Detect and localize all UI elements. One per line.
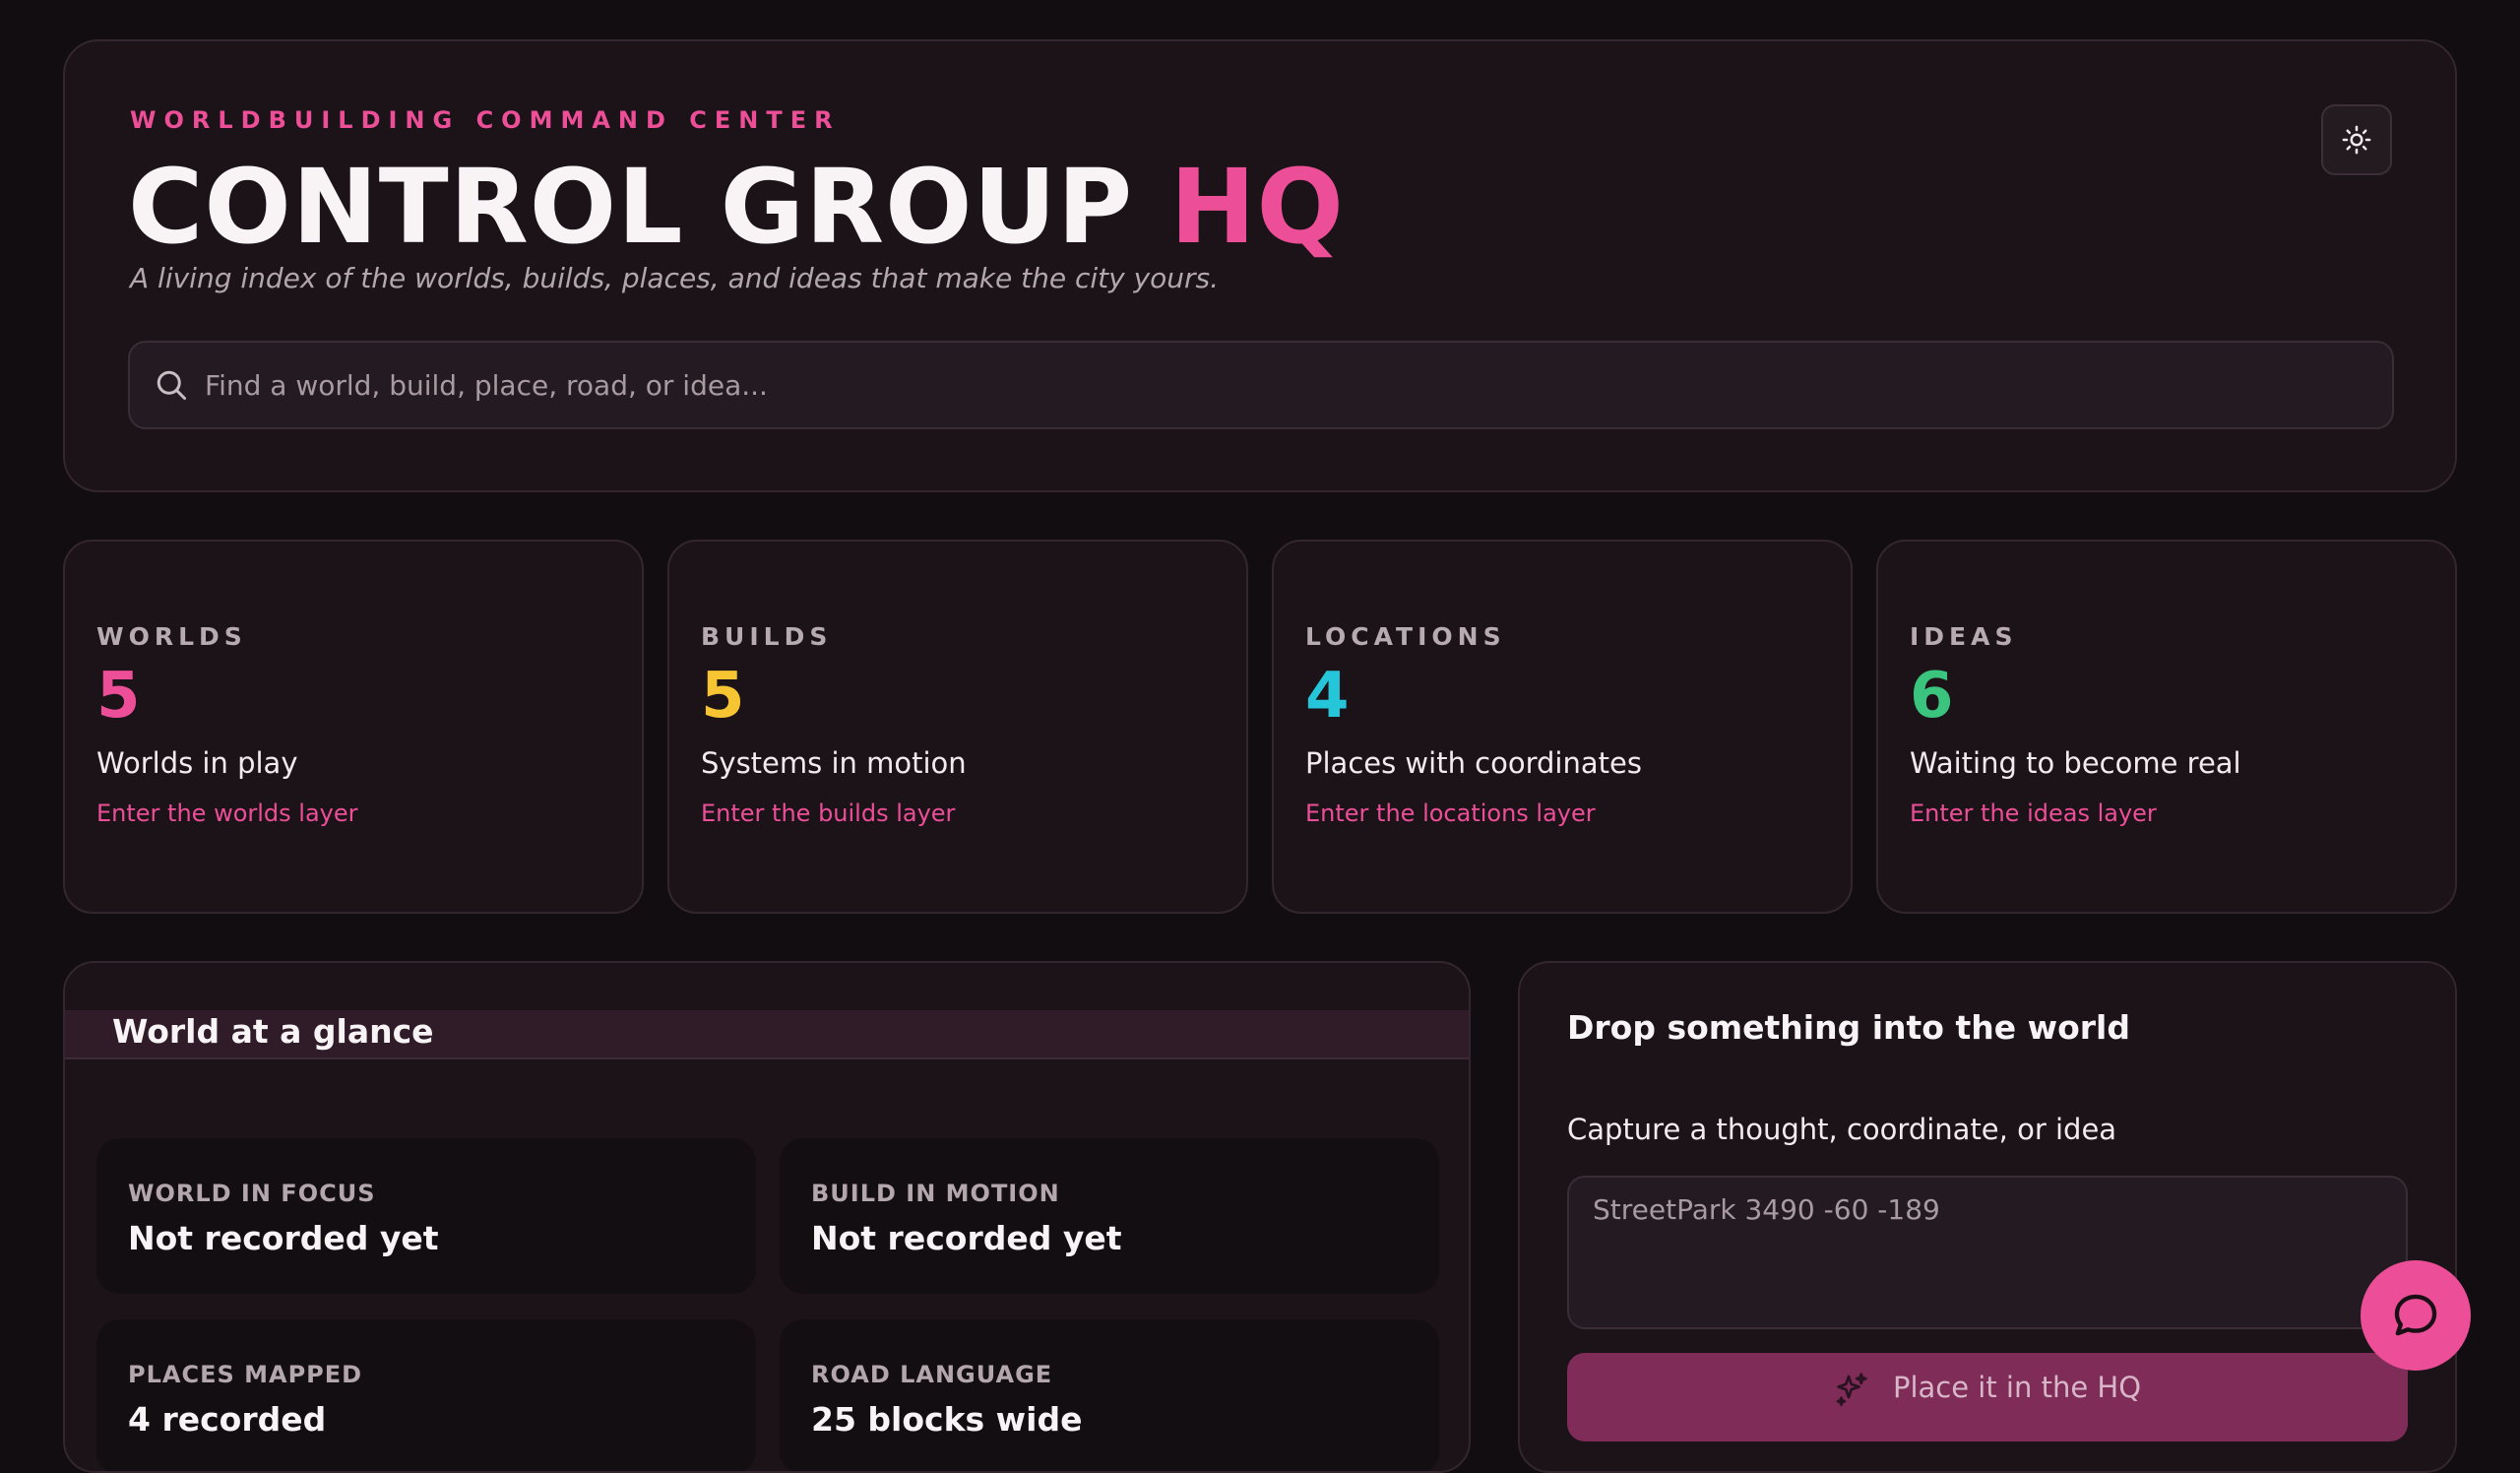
stat-description: Places with coordinates bbox=[1305, 746, 1642, 780]
glance-header: World at a glance bbox=[65, 1010, 1469, 1059]
chat-button[interactable] bbox=[2361, 1260, 2471, 1371]
stats-row: WORLDS 5 Worlds in play Enter the worlds… bbox=[63, 540, 2457, 914]
tile-value: Not recorded yet bbox=[128, 1219, 439, 1257]
stat-count: 6 bbox=[1910, 660, 1954, 733]
tile-value: Not recorded yet bbox=[811, 1219, 1122, 1257]
title-accent: HQ bbox=[1169, 147, 1345, 267]
stat-card-builds[interactable]: BUILDS 5 Systems in motion Enter the bui… bbox=[667, 540, 1248, 914]
stat-description: Waiting to become real bbox=[1910, 746, 2241, 780]
stat-count: 4 bbox=[1305, 660, 1350, 733]
drop-title: Drop something into the world bbox=[1567, 1008, 2130, 1047]
stat-label: LOCATIONS bbox=[1305, 622, 1506, 651]
sun-icon bbox=[2342, 125, 2371, 155]
stat-label: BUILDS bbox=[701, 622, 833, 651]
stat-count: 5 bbox=[701, 660, 745, 733]
glance-tile-build-motion: BUILD IN MOTION Not recorded yet bbox=[780, 1138, 1439, 1294]
stat-count: 5 bbox=[96, 660, 141, 733]
tile-label: ROAD LANGUAGE bbox=[811, 1361, 1053, 1388]
stat-card-worlds[interactable]: WORLDS 5 Worlds in play Enter the worlds… bbox=[63, 540, 644, 914]
locations-layer-link[interactable]: Enter the locations layer bbox=[1305, 800, 1596, 827]
stat-description: Systems in motion bbox=[701, 746, 967, 780]
place-in-hq-label: Place it in the HQ bbox=[1892, 1371, 2142, 1404]
search-input[interactable] bbox=[205, 355, 2392, 415]
stat-label: WORLDS bbox=[96, 622, 247, 651]
stat-card-ideas[interactable]: IDEAS 6 Waiting to become real Enter the… bbox=[1876, 540, 2457, 914]
builds-layer-link[interactable]: Enter the builds layer bbox=[701, 800, 955, 827]
drop-caption: Capture a thought, coordinate, or idea bbox=[1567, 1113, 2117, 1146]
glance-tile-world-focus: WORLD IN FOCUS Not recorded yet bbox=[96, 1138, 756, 1294]
search-bar bbox=[128, 341, 2394, 429]
world-glance-panel: World at a glance WORLD IN FOCUS Not rec… bbox=[63, 961, 1471, 1473]
tile-value: 4 recorded bbox=[128, 1400, 327, 1439]
tile-label: WORLD IN FOCUS bbox=[128, 1180, 376, 1207]
worlds-layer-link[interactable]: Enter the worlds layer bbox=[96, 800, 358, 827]
glance-tile-road-language: ROAD LANGUAGE 25 blocks wide bbox=[780, 1319, 1439, 1471]
tagline: A living index of the worlds, builds, pl… bbox=[130, 262, 1220, 294]
search-icon bbox=[157, 370, 186, 400]
sparkles-icon bbox=[1836, 1373, 1867, 1406]
tile-value: 25 blocks wide bbox=[811, 1400, 1083, 1439]
ideas-layer-link[interactable]: Enter the ideas layer bbox=[1910, 800, 2157, 827]
drop-panel: Drop something into the world Capture a … bbox=[1518, 961, 2457, 1473]
tile-label: PLACES MAPPED bbox=[128, 1361, 363, 1388]
stat-card-locations[interactable]: LOCATIONS 4 Places with coordinates Ente… bbox=[1272, 540, 1853, 914]
title-main: CONTROL GROUP bbox=[128, 147, 1134, 267]
stat-label: IDEAS bbox=[1910, 622, 2018, 651]
place-in-hq-button[interactable]: Place it in the HQ bbox=[1567, 1353, 2408, 1441]
tile-label: BUILD IN MOTION bbox=[811, 1180, 1060, 1207]
hero-panel: WORLDBUILDING COMMAND CENTER CONTROL GRO… bbox=[63, 39, 2457, 492]
idea-textarea[interactable] bbox=[1567, 1176, 2408, 1329]
glance-tile-places-mapped: PLACES MAPPED 4 recorded bbox=[96, 1319, 756, 1471]
chat-bubble-icon bbox=[2394, 1294, 2437, 1336]
eyebrow-label: WORLDBUILDING COMMAND CENTER bbox=[130, 106, 841, 134]
stat-description: Worlds in play bbox=[96, 746, 298, 780]
glance-title: World at a glance bbox=[112, 1012, 434, 1051]
page-title: CONTROL GROUP HQ bbox=[128, 146, 1345, 269]
theme-toggle-button[interactable] bbox=[2321, 104, 2392, 175]
